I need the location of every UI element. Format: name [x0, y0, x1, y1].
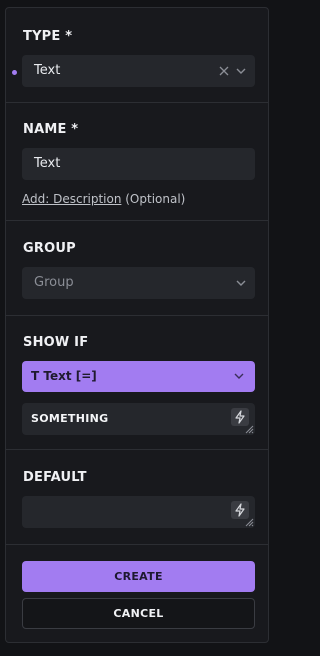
- lightning-icon: [235, 503, 245, 517]
- create-button[interactable]: CREATE: [22, 561, 255, 592]
- resize-handle-icon[interactable]: [245, 518, 254, 527]
- dynamic-value-button[interactable]: [231, 408, 249, 426]
- dynamic-value-button[interactable]: [231, 501, 249, 519]
- condition-text: T Text [=]: [31, 369, 97, 383]
- resize-handle-icon[interactable]: [245, 425, 254, 434]
- active-indicator-dot: [12, 70, 17, 75]
- cancel-button[interactable]: CANCEL: [22, 598, 255, 629]
- name-input-value: Text: [34, 156, 61, 171]
- name-label: NAME *: [23, 122, 79, 137]
- optional-text: (Optional): [121, 192, 186, 206]
- lightning-icon: [235, 410, 245, 424]
- name-section: NAME * Text Add: Description (Optional): [6, 102, 268, 221]
- show-if-label: SHOW IF: [23, 335, 89, 350]
- group-select[interactable]: Group: [22, 267, 255, 299]
- group-section: GROUP Group: [6, 220, 268, 316]
- group-label: GROUP: [23, 241, 76, 256]
- show-if-section: SHOW IF T Text [=] SOMETHING: [6, 315, 268, 450]
- default-section: DEFAULT: [6, 449, 268, 545]
- create-field-panel: TYPE * Text NAME * Text Add: Description…: [5, 7, 269, 643]
- add-description-link[interactable]: Add: Description: [22, 192, 121, 206]
- condition-label: Text [=]: [43, 369, 97, 383]
- condition-select[interactable]: T Text [=]: [22, 361, 255, 392]
- group-select-placeholder: Group: [34, 275, 74, 290]
- clear-icon[interactable]: [218, 65, 230, 77]
- chevron-down-icon[interactable]: [234, 276, 248, 290]
- chevron-down-icon[interactable]: [234, 64, 248, 78]
- default-value-input[interactable]: [22, 496, 255, 528]
- type-label: TYPE *: [23, 29, 73, 44]
- name-input[interactable]: Text: [22, 148, 255, 180]
- condition-value: SOMETHING: [31, 412, 109, 425]
- default-label: DEFAULT: [23, 470, 87, 485]
- type-section: TYPE * Text: [6, 8, 268, 103]
- condition-value-input[interactable]: SOMETHING: [22, 403, 255, 435]
- chevron-down-icon[interactable]: [232, 369, 246, 383]
- type-select-value: Text: [34, 63, 61, 78]
- add-description: Add: Description (Optional): [22, 192, 185, 206]
- type-select[interactable]: Text: [22, 55, 255, 87]
- text-type-icon: T: [31, 369, 40, 383]
